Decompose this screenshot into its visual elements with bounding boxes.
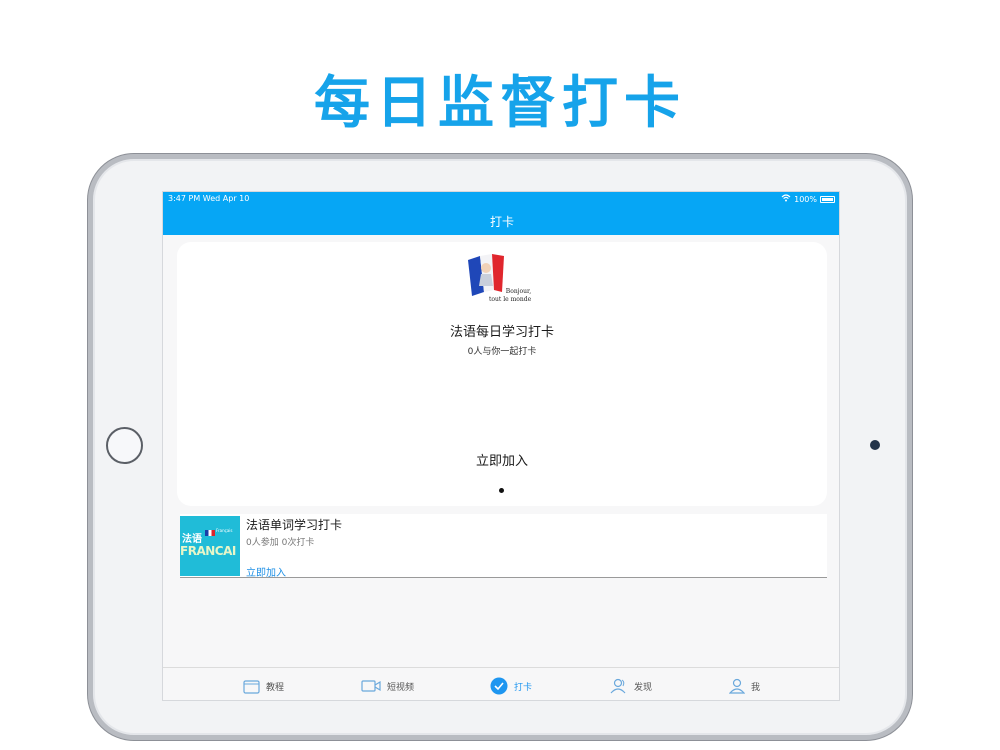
- tab-tutorial[interactable]: 教程: [243, 677, 284, 695]
- join-now-button[interactable]: 立即加入: [452, 450, 552, 469]
- status-time: 3:47 PM Wed Apr 10: [168, 194, 250, 203]
- tab-discover[interactable]: 发现: [610, 677, 652, 695]
- illustration-caption: Bonjour, tout le monde: [489, 288, 532, 303]
- status-indicators: 100%: [781, 194, 835, 204]
- tab-short-video[interactable]: 短视频: [361, 677, 414, 695]
- check-circle-icon: [490, 677, 508, 695]
- featured-title: 法语每日学习打卡: [449, 325, 554, 340]
- home-button[interactable]: [106, 427, 143, 464]
- headline-title: 每日监督打卡: [314, 71, 686, 136]
- front-camera: [870, 440, 880, 450]
- tab-me[interactable]: 我: [729, 677, 760, 695]
- wifi-icon: [781, 194, 791, 204]
- page-indicator-dot[interactable]: [499, 488, 504, 493]
- course-thumbnail: 法语 Français FRANCAI: [180, 516, 240, 576]
- featured-participants: 0人与你一起打卡: [467, 347, 537, 357]
- item-title: 法语单词学习打卡: [246, 518, 343, 532]
- app-screen: 3:47 PM Wed Apr 10 100% 打卡 Bonjour, tout…: [162, 191, 840, 701]
- person-icon: [729, 678, 745, 694]
- list-item[interactable]: 法语 Français FRANCAI 法语单词学习打卡 0人参加 0次打卡 立…: [180, 514, 827, 579]
- page-title: 打卡: [489, 215, 514, 229]
- item-join-link[interactable]: 立即加入: [246, 564, 286, 579]
- item-stats: 0人参加 0次打卡: [246, 538, 315, 548]
- battery-percent: 100%: [794, 194, 817, 204]
- tab-checkin[interactable]: 打卡: [490, 677, 532, 695]
- featured-checkin-card[interactable]: Bonjour, tout le monde 法语每日学习打卡 0人与你一起打卡…: [177, 242, 827, 506]
- battery-icon: [820, 195, 835, 203]
- tab-bar: 教程 短视频 打卡 发现 我: [163, 667, 839, 700]
- folder-icon: [243, 679, 260, 694]
- nav-bar: 3:47 PM Wed Apr 10 100% 打卡: [163, 192, 839, 235]
- people-icon: [610, 678, 626, 694]
- video-camera-icon: [361, 680, 381, 692]
